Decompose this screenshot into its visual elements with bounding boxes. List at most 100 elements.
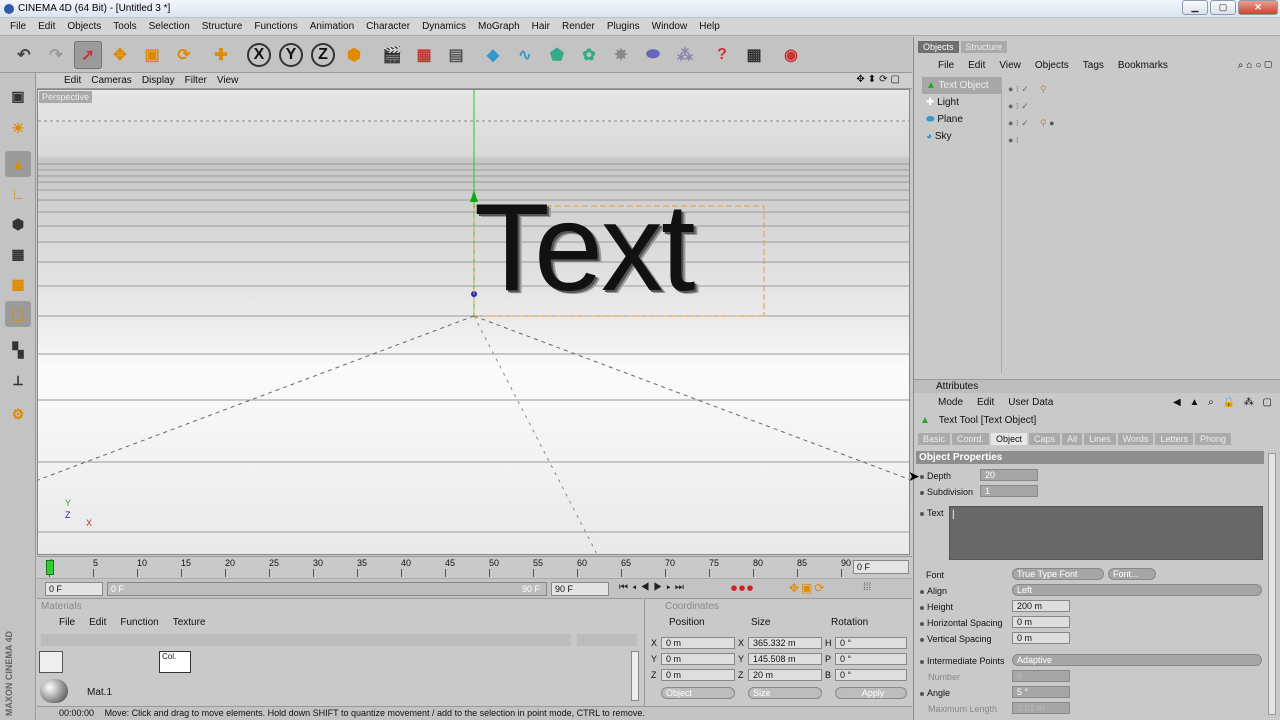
size-x-field[interactable]: 365.332 m bbox=[748, 637, 822, 649]
minimize-button[interactable]: ▁ bbox=[1182, 0, 1208, 15]
close-button[interactable]: ✕ bbox=[1238, 0, 1278, 15]
points-mode-icon[interactable]: ⬢ bbox=[5, 211, 31, 237]
angle-field[interactable]: 5 ° bbox=[1012, 686, 1070, 698]
objects-menu-edit[interactable]: Edit bbox=[968, 60, 985, 71]
materials-filter-bar[interactable] bbox=[41, 634, 571, 646]
redo-icon[interactable]: ↷ bbox=[42, 41, 70, 69]
objects-search-icon[interactable]: ⌕⌂○▢ bbox=[1238, 60, 1275, 71]
menu-animation[interactable]: Animation bbox=[304, 21, 360, 32]
coordinate-system-icon[interactable]: ⬢ bbox=[340, 41, 368, 69]
materials-scrollbar[interactable] bbox=[631, 651, 639, 701]
move-tool-icon[interactable]: ✥ bbox=[106, 41, 134, 69]
timeline-ruler[interactable]: 051015202530354045505560657075808590 0 F bbox=[37, 556, 912, 578]
materials-filter-select[interactable] bbox=[577, 634, 637, 646]
materials-menu-texture[interactable]: Texture bbox=[173, 617, 206, 628]
menu-mograph[interactable]: MoGraph bbox=[472, 21, 526, 32]
menu-plugins[interactable]: Plugins bbox=[601, 21, 646, 32]
font-type-select[interactable]: True Type Font bbox=[1012, 568, 1104, 580]
menu-file[interactable]: File bbox=[4, 21, 32, 32]
intpoints-select[interactable]: Adaptive bbox=[1012, 654, 1262, 666]
render-view-icon[interactable]: 🎬 bbox=[378, 41, 406, 69]
scene-object-icon[interactable]: ⬬ bbox=[639, 41, 667, 69]
attributes-menu-userdata[interactable]: User Data bbox=[1008, 397, 1053, 408]
timeline-settings-icon[interactable]: ⁞⁞⁞ bbox=[863, 582, 871, 593]
vspacing-field[interactable]: 0 m bbox=[1012, 632, 1070, 644]
scale-tool-icon[interactable]: ▣ bbox=[138, 41, 166, 69]
height-field[interactable]: 200 m bbox=[1012, 600, 1070, 612]
object-item-light[interactable]: ✚ Light bbox=[922, 94, 1001, 111]
tab-basic[interactable]: Basic bbox=[918, 433, 951, 445]
record-keys-icons[interactable]: ⏺⏺⏺ bbox=[731, 581, 755, 596]
texture-mode-icon[interactable]: ☀ bbox=[5, 115, 31, 141]
menu-character[interactable]: Character bbox=[360, 21, 416, 32]
rot-h-field[interactable]: 0 ° bbox=[835, 637, 907, 649]
workplane-icon[interactable]: ⟂ bbox=[5, 367, 31, 393]
polygons-mode-icon[interactable]: ▩ bbox=[5, 271, 31, 297]
menu-help[interactable]: Help bbox=[693, 21, 726, 32]
y-axis-lock-icon[interactable]: Y bbox=[279, 43, 303, 67]
menu-dynamics[interactable]: Dynamics bbox=[416, 21, 472, 32]
attributes-nav-icons[interactable]: ◀ ▲ ⌕ 🔒 ⁂ ▢ bbox=[1173, 397, 1275, 408]
pos-z-field[interactable]: 0 m bbox=[661, 669, 735, 681]
deformer-icon[interactable]: ✸ bbox=[607, 41, 635, 69]
tab-words[interactable]: Words bbox=[1117, 433, 1154, 445]
tab-all[interactable]: All bbox=[1062, 433, 1083, 445]
spline-icon[interactable]: ∿ bbox=[511, 41, 539, 69]
rotate-tool-icon[interactable]: ⟳ bbox=[170, 41, 198, 69]
objects-menu-file[interactable]: File bbox=[938, 60, 954, 71]
object-item-sky[interactable]: ◕ Sky bbox=[922, 128, 1001, 145]
menu-structure[interactable]: Structure bbox=[196, 21, 249, 32]
hspacing-field[interactable]: 0 m bbox=[1012, 616, 1070, 628]
pos-y-field[interactable]: 0 m bbox=[661, 653, 735, 665]
viewport-menu-edit[interactable]: Edit bbox=[59, 75, 86, 86]
materials-menu-file[interactable]: File bbox=[59, 617, 75, 628]
size-z-field[interactable]: 20 m bbox=[748, 669, 822, 681]
timeline-icon[interactable]: ▦ bbox=[740, 41, 768, 69]
end-frame-field[interactable]: 90 F bbox=[551, 582, 609, 596]
render-settings-icon[interactable]: ▤ bbox=[442, 41, 470, 69]
tab-coord[interactable]: Coord. bbox=[952, 433, 990, 445]
current-frame-field[interactable]: 0 F bbox=[853, 560, 909, 574]
maxlength-field[interactable]: 0.01 m bbox=[1012, 702, 1070, 714]
axis-mode-icon[interactable]: ∟ bbox=[5, 181, 31, 207]
add-object-icon[interactable]: ✚ bbox=[207, 41, 235, 69]
rot-b-field[interactable]: 0 ° bbox=[835, 669, 907, 681]
attributes-menu-edit[interactable]: Edit bbox=[977, 397, 994, 408]
object-item-plane[interactable]: ⬬ Plane bbox=[922, 111, 1001, 128]
size-y-field[interactable]: 145.508 m bbox=[748, 653, 822, 665]
key-options-icons[interactable]: ✥▣⟳ bbox=[789, 581, 826, 595]
objects-menu-objects[interactable]: Objects bbox=[1035, 60, 1069, 71]
particle-icon[interactable]: ⁂ bbox=[671, 41, 699, 69]
web-icon[interactable]: ◉ bbox=[777, 41, 805, 69]
object-mode-icon[interactable]: ⬚ bbox=[5, 301, 31, 327]
menu-edit[interactable]: Edit bbox=[32, 21, 61, 32]
number-field[interactable]: 8 bbox=[1012, 670, 1070, 682]
menu-tools[interactable]: Tools bbox=[107, 21, 142, 32]
model-mode-icon[interactable]: ▲ bbox=[5, 151, 31, 177]
texture-thumbnail[interactable]: Col. bbox=[159, 651, 191, 673]
viewport-layout-icon[interactable]: ▣ bbox=[5, 83, 31, 109]
object-item-text[interactable]: ▲ Text Object bbox=[922, 77, 1001, 94]
checker-icon[interactable]: ▚ bbox=[5, 337, 31, 363]
viewport-menu-display[interactable]: Display bbox=[137, 75, 180, 86]
viewport-menu-filter[interactable]: Filter bbox=[180, 75, 212, 86]
nurbs-icon[interactable]: ⬟ bbox=[543, 41, 571, 69]
attributes-scrollbar[interactable] bbox=[1268, 453, 1276, 715]
menu-hair[interactable]: Hair bbox=[526, 21, 556, 32]
visibility-dots[interactable]: ● ⁝ ✓ ● ⁝ ✓ ● ⁝ ✓ ● ⁝ bbox=[1008, 81, 1029, 149]
rot-p-field[interactable]: 0 ° bbox=[835, 653, 907, 665]
text-input[interactable]: | bbox=[949, 506, 1263, 560]
help-icon[interactable]: ? bbox=[708, 41, 736, 69]
apply-button[interactable]: Apply bbox=[835, 687, 907, 699]
menu-selection[interactable]: Selection bbox=[143, 21, 196, 32]
viewport-nav-icons[interactable]: ✥⬍⟳▢ bbox=[851, 74, 908, 85]
coordinate-mode-select[interactable]: Object bbox=[661, 687, 735, 699]
menu-render[interactable]: Render bbox=[556, 21, 601, 32]
pos-x-field[interactable]: 0 m bbox=[661, 637, 735, 649]
materials-menu-edit[interactable]: Edit bbox=[89, 617, 106, 628]
edges-mode-icon[interactable]: ▦ bbox=[5, 241, 31, 267]
objects-menu-view[interactable]: View bbox=[999, 60, 1021, 71]
font-button[interactable]: Font... bbox=[1108, 568, 1156, 580]
material-name[interactable]: Mat.1 bbox=[87, 687, 112, 698]
menu-objects[interactable]: Objects bbox=[61, 21, 107, 32]
